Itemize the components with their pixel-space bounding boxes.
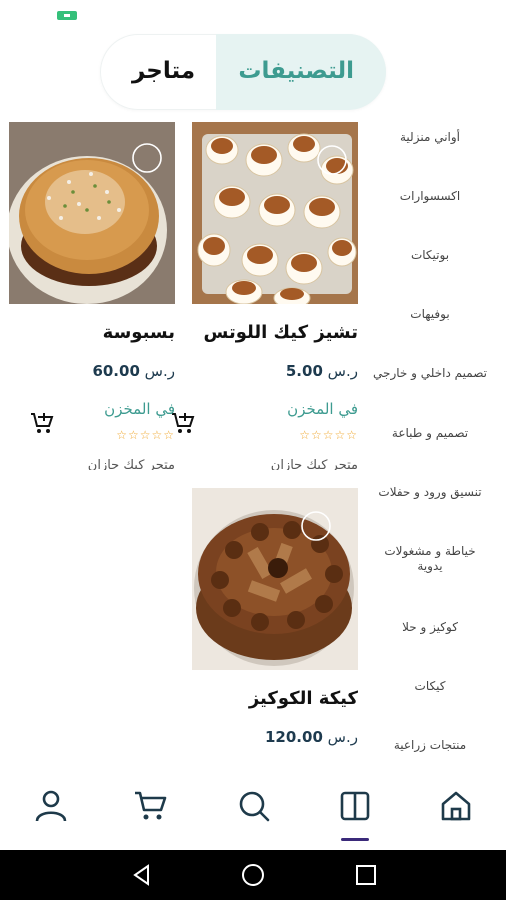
cart-icon[interactable] (133, 788, 169, 824)
sidebar-item-flowers-events[interactable]: تنسيق ورود و حفلات (366, 485, 494, 500)
rating-stars: ☆☆☆☆☆ (299, 428, 358, 442)
sidebar-item-cookies-sweets[interactable]: كوكيز و حلا (366, 620, 494, 635)
status-bar (0, 0, 506, 28)
rating-stars: ☆☆☆☆☆ (116, 428, 175, 442)
sidebar-item-tailoring[interactable]: خياطة و مشغولات يدوية (378, 544, 482, 574)
product-image[interactable] (192, 488, 358, 670)
bottom-navigation (0, 768, 506, 850)
home-button-icon[interactable] (241, 863, 265, 887)
product-card[interactable]: بسبوسة 60.00 ر.س في المخزن ☆☆☆☆☆ متجر كي… (9, 122, 175, 472)
tab-stores[interactable]: متاجر (132, 58, 195, 84)
home-icon[interactable] (438, 788, 474, 824)
sidebar-item-design-print[interactable]: تصميم و طباعة (366, 426, 494, 441)
tab-switcher: التصنيفات متاجر (100, 34, 386, 110)
add-to-cart-icon[interactable] (29, 410, 55, 436)
tab-categories-label[interactable]: التصنيفات (238, 58, 354, 84)
profile-icon[interactable] (33, 788, 69, 824)
back-icon[interactable] (130, 863, 154, 887)
sidebar-item-buffets[interactable]: بوفيهات (366, 307, 494, 322)
product-price: 120.00 ر.س (265, 728, 358, 746)
product-image[interactable] (192, 122, 358, 304)
product-title[interactable]: كيكة الكوكيز (249, 688, 358, 709)
product-card[interactable]: تشيز كيك اللوتس 5.00 ر.س في المخزن ☆☆☆☆☆… (172, 122, 359, 472)
categories-icon[interactable] (337, 788, 373, 824)
sidebar-item-boutiques[interactable]: بوتيكات (366, 248, 494, 263)
product-image[interactable] (9, 122, 175, 304)
product-title[interactable]: بسبوسة (103, 322, 175, 343)
sidebar-item-cakes[interactable]: كيكات (366, 679, 494, 694)
sidebar-item-interior-design[interactable]: تصميم داخلي و خارجي (366, 366, 494, 381)
search-icon[interactable] (236, 788, 272, 824)
stock-status: في المخزن (104, 400, 175, 418)
product-card[interactable]: كيكة الكوكيز 120.00 ر.س (192, 488, 358, 750)
active-tab-indicator (341, 838, 369, 841)
product-title[interactable]: تشيز كيك اللوتس (204, 322, 359, 343)
product-price: 5.00 ر.س (285, 362, 358, 380)
sidebar-item-home-utensils[interactable]: أواني منزلية (366, 130, 494, 145)
sidebar-item-accessories[interactable]: اكسسوارات (366, 189, 494, 204)
system-navigation-bar (0, 850, 506, 900)
stock-status: في المخزن (287, 400, 358, 418)
sidebar-item-agricultural[interactable]: منتجات زراعية (366, 738, 494, 753)
battery-icon (57, 11, 77, 20)
recents-icon[interactable] (354, 863, 378, 887)
store-name[interactable]: متجر كيك جازان (271, 458, 358, 470)
store-name[interactable]: متجر كيك جازان (88, 458, 175, 470)
product-price: 60.00 ر.س (92, 362, 175, 380)
